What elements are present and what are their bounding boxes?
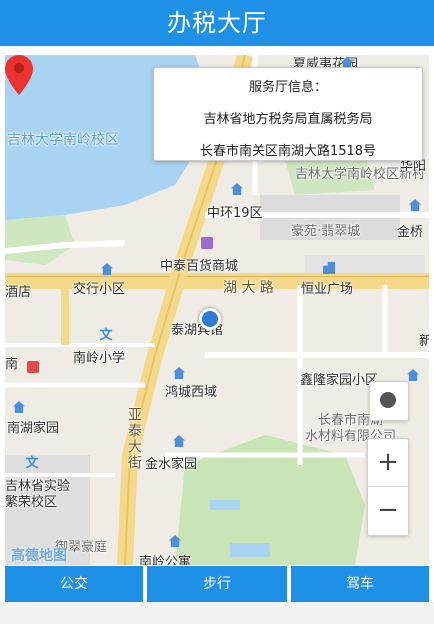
service-hall-info-popup: 服务厅信息： 吉林省地方税务局直属税务局 长春市南关区南湖大路1518号	[153, 67, 423, 161]
label-jiaoxing: 交行小区	[73, 282, 126, 297]
label-fanrong: 繁荣校区	[5, 495, 58, 510]
map-view[interactable]: 夏威夷花园 吉林大学南岭校区 吉林大学南岭校区新村 华阳 中环19区 豪苑·翡翠…	[5, 55, 429, 565]
label-hotel-left: 酒店	[5, 285, 32, 300]
bottom-bar	[0, 602, 434, 624]
map-logo: 高德地图	[11, 548, 67, 564]
locate-button[interactable]	[369, 381, 409, 421]
label-xin: 新	[419, 334, 429, 349]
label-jinshui: 金水家园	[145, 457, 198, 472]
label-nanling-school: 南岭小学	[73, 351, 126, 366]
zoom-in-button[interactable]: +	[368, 439, 408, 486]
label-jinqiao: 金桥	[397, 225, 424, 240]
location-pin-icon[interactable]	[5, 55, 33, 95]
label-yatai-street: 亚泰大街	[126, 407, 142, 471]
label-zhongtai: 中泰百货商城	[160, 259, 239, 274]
transport-tabs: 公交 步行 驾车	[5, 566, 429, 602]
label-hongcheng: 鸿城西域	[165, 385, 218, 400]
locate-icon	[380, 392, 396, 408]
label-university: 吉林大学南岭校区	[7, 132, 119, 148]
label-nanhu-road: 湖 大 路	[223, 280, 274, 296]
label-zhonghuan: 中环19区	[207, 206, 263, 221]
zoom-out-button[interactable]: −	[368, 487, 408, 534]
info-name: 吉林省地方税务局直属税务局	[203, 112, 373, 127]
label-nan: 南	[5, 357, 19, 372]
label-nanhu-home: 南湖家园	[7, 421, 60, 436]
hospital-icon	[27, 361, 39, 373]
zoom-control: + −	[367, 438, 409, 536]
tab-walk[interactable]: 步行	[147, 566, 287, 602]
school-icon: 文	[99, 328, 113, 343]
info-address: 长春市南关区南湖大路1518号	[199, 144, 377, 159]
info-title: 服务厅信息：	[248, 80, 327, 95]
label-hengye: 恒业广场	[301, 282, 354, 297]
label-nanling-apt: 南岭公寓	[139, 555, 192, 565]
label-xinlong: 鑫隆家园小区	[300, 373, 379, 388]
label-haoyuan: 豪苑·翡翠城	[291, 224, 361, 239]
current-location-dot	[199, 308, 221, 330]
school-icon: 文	[25, 456, 39, 471]
tab-bus[interactable]: 公交	[5, 566, 143, 602]
page-title: 办税大厅	[0, 0, 434, 46]
tab-drive[interactable]: 驾车	[291, 566, 429, 602]
shop-icon	[201, 237, 213, 249]
